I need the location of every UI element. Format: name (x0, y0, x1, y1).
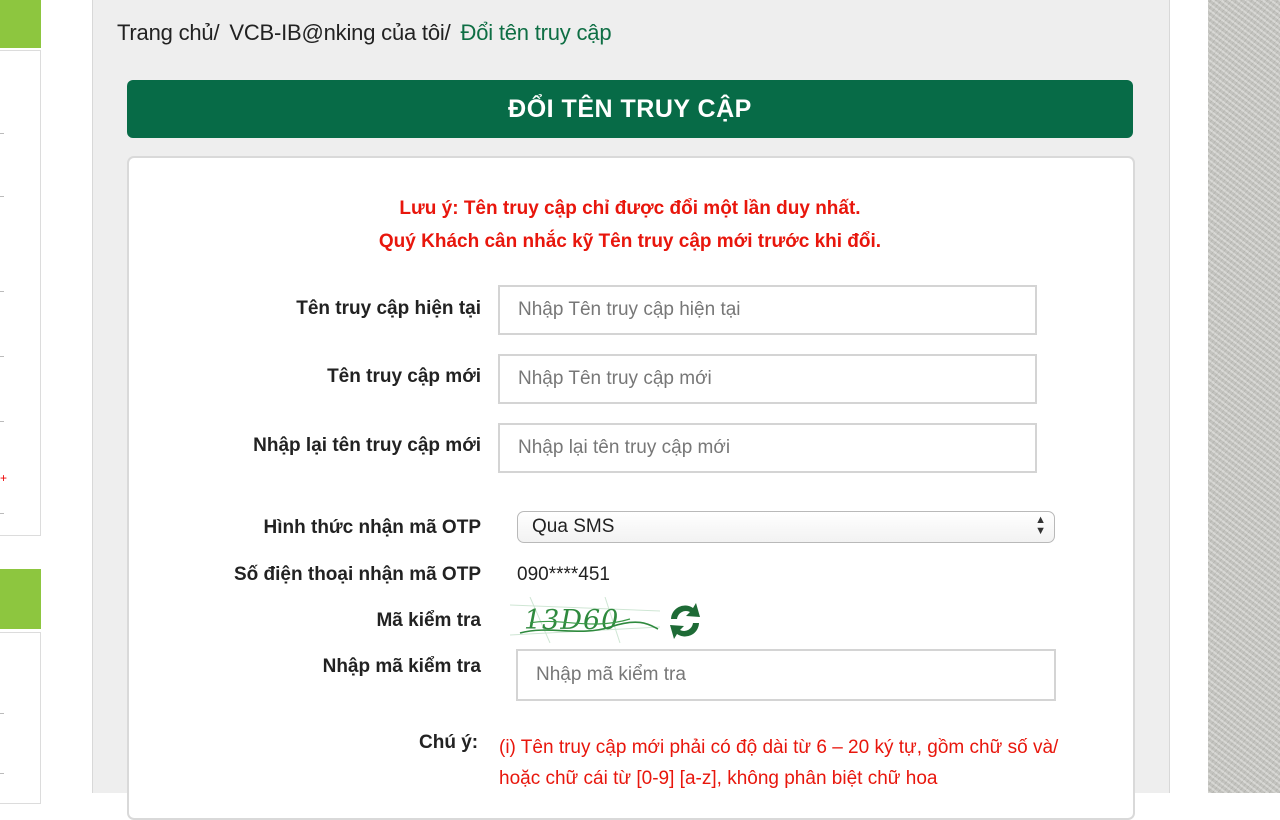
background-texture (1208, 0, 1280, 793)
form-card (127, 156, 1135, 820)
refresh-captcha-icon[interactable] (665, 599, 705, 643)
otp-method-value: Qua SMS (532, 516, 615, 537)
confirm-username-label: Nhập lại tên truy cập mới (253, 435, 481, 456)
otp-phone-label: Số điện thoại nhận mã OTP (233, 564, 481, 585)
current-username-label: Tên truy cập hiện tại (296, 298, 481, 319)
breadcrumb-home[interactable]: Trang chủ (117, 20, 214, 45)
sidebar-divider (0, 513, 4, 514)
sidebar-panel-bottom (0, 632, 41, 804)
captcha-input[interactable] (516, 649, 1056, 701)
captcha-input-label: Nhập mã kiểm tra (322, 656, 481, 677)
sidebar-divider (0, 196, 4, 197)
otp-method-select[interactable]: Qua SMS ▲ ▼ (517, 511, 1055, 543)
captcha-label: Mã kiểm tra (376, 610, 481, 631)
sidebar-divider (0, 421, 4, 422)
new-username-input[interactable] (498, 354, 1037, 404)
captcha-image: 13D60 (510, 597, 660, 643)
breadcrumb: Trang chủ/VCB-IB@nking của tôi/Đổi tên t… (117, 20, 612, 46)
otp-method-label: Hình thức nhận mã OTP (263, 517, 482, 538)
note-label: Chú ý: (419, 732, 479, 753)
page-title: ĐỔI TÊN TRUY CẬP (127, 80, 1133, 138)
sidebar-green-tab-bottom[interactable] (0, 569, 41, 629)
sidebar-divider (0, 773, 4, 774)
sidebar-divider (0, 713, 4, 714)
notice-line-1: Lưu ý: Tên truy cập chỉ được đổi một lần… (399, 198, 861, 219)
note-text: (i) Tên truy cập mới phải có độ dài từ 6… (499, 737, 1059, 789)
confirm-username-input[interactable] (498, 423, 1037, 473)
right-gutter (1170, 0, 1208, 793)
breadcrumb-my-banking[interactable]: VCB-IB@nking của tôi (229, 20, 444, 45)
sidebar-green-tab-top[interactable] (0, 0, 41, 48)
sidebar-divider (0, 133, 4, 134)
breadcrumb-current: Đổi tên truy cập (460, 20, 612, 45)
breadcrumb-separator: / (444, 20, 451, 45)
sidebar-red-mark: + (0, 471, 8, 485)
sidebar-divider (0, 291, 4, 292)
sidebar-divider (0, 356, 4, 357)
new-username-label: Tên truy cập mới (327, 366, 481, 387)
left-sidebar: + (0, 0, 42, 804)
notice-line-2: Quý Khách cân nhắc kỹ Tên truy cập mới t… (378, 231, 882, 252)
breadcrumb-separator: / (213, 20, 220, 45)
otp-phone-value: 090****451 (517, 564, 610, 585)
select-arrows-icon: ▲ ▼ (1035, 514, 1046, 537)
sidebar-panel-top (0, 50, 41, 536)
current-username-input[interactable] (498, 285, 1037, 335)
